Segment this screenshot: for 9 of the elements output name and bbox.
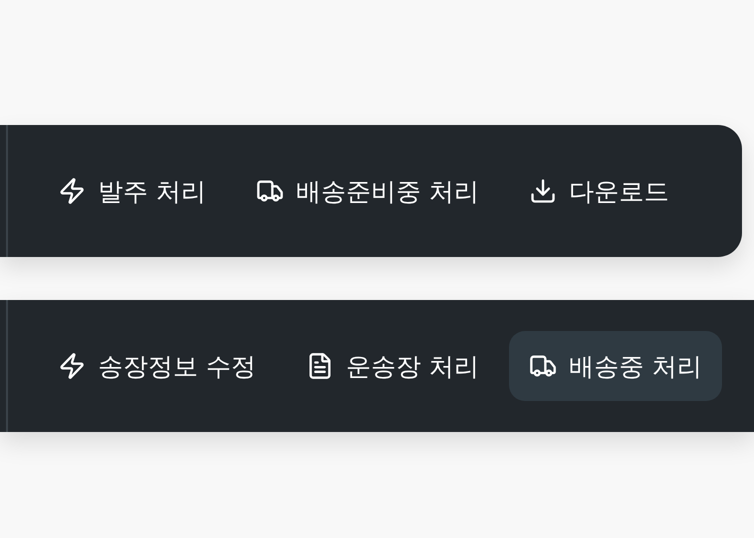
toolbar-button[interactable]: 배송준비중 처리 [236,156,499,226]
lightning-icon [58,177,86,205]
toolbar-button[interactable]: 운송장 처리 [286,331,499,401]
download-icon [528,177,557,205]
toolbar-button[interactable]: 발주 처리 [38,156,226,226]
toolbar-button[interactable]: 다운로드 [508,156,689,226]
toolbar-button[interactable]: 배송중 처리 [508,331,722,401]
toolbar-button[interactable]: 송장정보 수정 [38,331,276,401]
lightning-icon [58,352,86,380]
